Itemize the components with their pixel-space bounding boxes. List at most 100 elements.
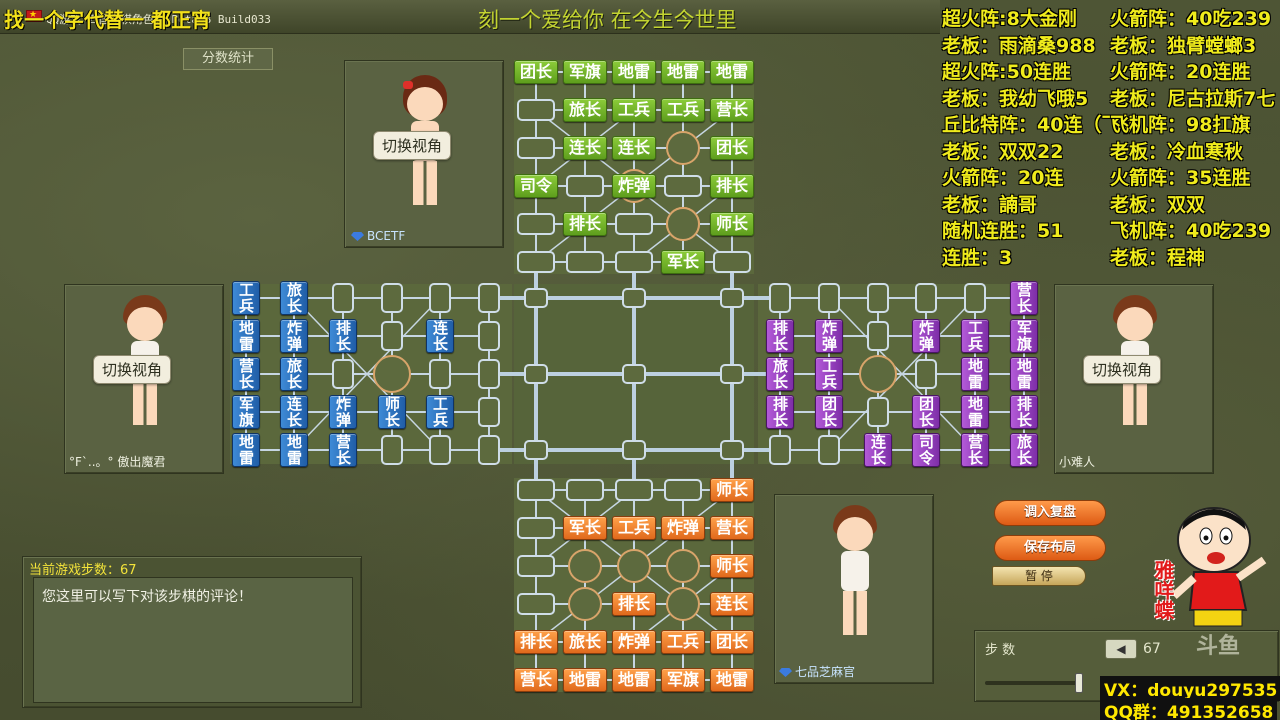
- piece-green[interactable]: 师长: [710, 212, 754, 236]
- piece-orange[interactable]: 地雷: [563, 668, 607, 692]
- piece-green[interactable]: 炸弹: [612, 174, 656, 198]
- save-layout-button[interactable]: 保存布局: [994, 535, 1106, 561]
- piece-purple[interactable]: 团长: [912, 395, 940, 429]
- piece-blue[interactable]: 连长: [280, 395, 308, 429]
- board-camp[interactable]: [568, 549, 602, 583]
- board-slot[interactable]: [615, 479, 653, 501]
- board-slot[interactable]: [915, 283, 937, 313]
- board-slot[interactable]: [720, 288, 744, 308]
- piece-orange[interactable]: 旅长: [563, 630, 607, 654]
- piece-green[interactable]: 团长: [710, 136, 754, 160]
- step-slider-track[interactable]: [985, 681, 1081, 685]
- piece-blue[interactable]: 连长: [426, 319, 454, 353]
- load-replay-button[interactable]: 调入复盘: [994, 500, 1106, 526]
- board-slot[interactable]: [566, 251, 604, 273]
- board-slot[interactable]: [524, 288, 548, 308]
- board-camp[interactable]: [617, 549, 651, 583]
- board-slot[interactable]: [517, 479, 555, 501]
- piece-green[interactable]: 旅长: [563, 98, 607, 122]
- piece-orange[interactable]: 营长: [514, 668, 558, 692]
- piece-orange[interactable]: 炸弹: [661, 516, 705, 540]
- board-slot[interactable]: [915, 359, 937, 389]
- piece-purple[interactable]: 连长: [864, 433, 892, 467]
- piece-orange[interactable]: 团长: [710, 630, 754, 654]
- piece-blue[interactable]: 地雷: [232, 319, 260, 353]
- piece-orange[interactable]: 地雷: [710, 668, 754, 692]
- piece-green[interactable]: 地雷: [661, 60, 705, 84]
- board-slot[interactable]: [524, 440, 548, 460]
- piece-purple[interactable]: 排长: [766, 319, 794, 353]
- prev-step-button[interactable]: ◀: [1105, 639, 1137, 659]
- piece-purple[interactable]: 排长: [1010, 395, 1038, 429]
- board-slot[interactable]: [517, 213, 555, 235]
- board-slot[interactable]: [713, 251, 751, 273]
- piece-purple[interactable]: 工兵: [961, 319, 989, 353]
- board-slot[interactable]: [381, 435, 403, 465]
- piece-orange[interactable]: 排长: [612, 592, 656, 616]
- piece-orange[interactable]: 师长: [710, 478, 754, 502]
- piece-green[interactable]: 连长: [563, 136, 607, 160]
- board-slot[interactable]: [566, 175, 604, 197]
- board-slot[interactable]: [517, 99, 555, 121]
- board-slot[interactable]: [566, 479, 604, 501]
- board-slot[interactable]: [964, 283, 986, 313]
- piece-purple[interactable]: 炸弹: [912, 319, 940, 353]
- board-slot[interactable]: [429, 435, 451, 465]
- board-camp[interactable]: [568, 587, 602, 621]
- piece-blue[interactable]: 地雷: [232, 433, 260, 467]
- piece-purple[interactable]: 地雷: [961, 395, 989, 429]
- board-slot[interactable]: [720, 440, 744, 460]
- piece-purple[interactable]: 地雷: [1010, 357, 1038, 391]
- board-slot[interactable]: [818, 283, 840, 313]
- piece-blue[interactable]: 军旗: [232, 395, 260, 429]
- piece-orange[interactable]: 营长: [710, 516, 754, 540]
- board-slot[interactable]: [517, 137, 555, 159]
- board-slot[interactable]: [769, 283, 791, 313]
- piece-orange[interactable]: 军长: [563, 516, 607, 540]
- board-slot[interactable]: [720, 364, 744, 384]
- piece-green[interactable]: 排长: [710, 174, 754, 198]
- step-slider-thumb[interactable]: [1075, 673, 1083, 693]
- piece-blue[interactable]: 旅长: [280, 281, 308, 315]
- piece-purple[interactable]: 营长: [961, 433, 989, 467]
- board-slot[interactable]: [867, 321, 889, 351]
- board-slot[interactable]: [478, 321, 500, 351]
- piece-orange[interactable]: 地雷: [612, 668, 656, 692]
- piece-purple[interactable]: 营长: [1010, 281, 1038, 315]
- piece-purple[interactable]: 军旗: [1010, 319, 1038, 353]
- board-slot[interactable]: [664, 479, 702, 501]
- board-camp[interactable]: [666, 207, 700, 241]
- piece-purple[interactable]: 地雷: [961, 357, 989, 391]
- board-slot[interactable]: [478, 397, 500, 427]
- board-slot[interactable]: [769, 435, 791, 465]
- piece-green[interactable]: 排长: [563, 212, 607, 236]
- board-slot[interactable]: [332, 359, 354, 389]
- board-slot[interactable]: [478, 435, 500, 465]
- piece-purple[interactable]: 工兵: [815, 357, 843, 391]
- board-slot[interactable]: [517, 593, 555, 615]
- piece-orange[interactable]: 工兵: [661, 630, 705, 654]
- board-camp[interactable]: [666, 587, 700, 621]
- piece-green[interactable]: 营长: [710, 98, 754, 122]
- board-slot[interactable]: [622, 440, 646, 460]
- piece-blue[interactable]: 地雷: [280, 433, 308, 467]
- board-slot[interactable]: [524, 364, 548, 384]
- board-slot[interactable]: [429, 359, 451, 389]
- piece-blue[interactable]: 工兵: [426, 395, 454, 429]
- piece-purple[interactable]: 旅长: [1010, 433, 1038, 467]
- piece-orange[interactable]: 连长: [710, 592, 754, 616]
- board-slot[interactable]: [664, 175, 702, 197]
- board-slot[interactable]: [381, 283, 403, 313]
- board-slot[interactable]: [615, 251, 653, 273]
- piece-blue[interactable]: 营长: [329, 433, 357, 467]
- pause-button[interactable]: 暂 停: [992, 566, 1086, 586]
- piece-purple[interactable]: 旅长: [766, 357, 794, 391]
- piece-purple[interactable]: 司令: [912, 433, 940, 467]
- comment-input[interactable]: 您这里可以写下对该步棋的评论！: [33, 577, 353, 703]
- piece-purple[interactable]: 炸弹: [815, 319, 843, 353]
- piece-orange[interactable]: 排长: [514, 630, 558, 654]
- board-camp[interactable]: [666, 131, 700, 165]
- board-camp[interactable]: [859, 355, 897, 393]
- piece-purple[interactable]: 团长: [815, 395, 843, 429]
- board-slot[interactable]: [478, 283, 500, 313]
